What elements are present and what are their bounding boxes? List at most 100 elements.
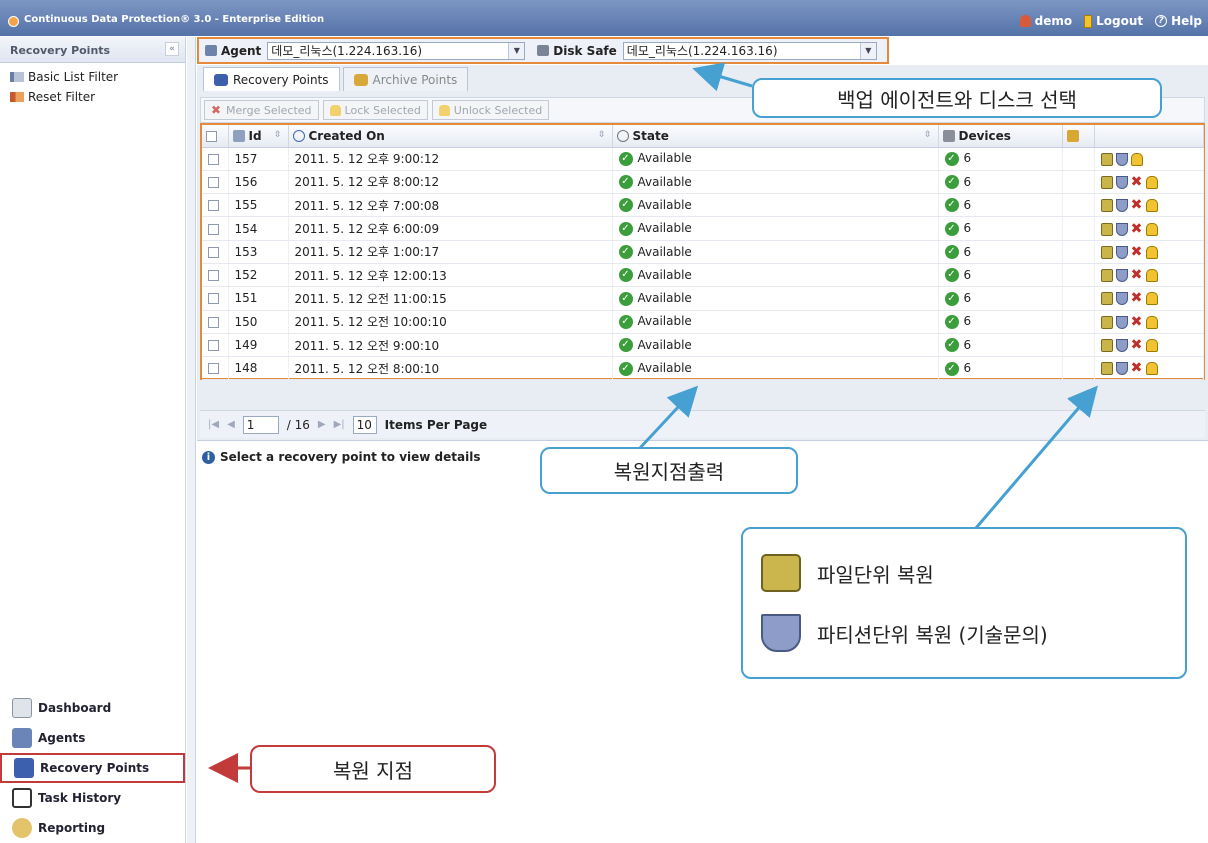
agent-select[interactable]: 데모_리눅스(1.224.163.16) ▼	[267, 41, 526, 60]
lock-icon[interactable]	[1145, 222, 1158, 236]
lock-icon[interactable]	[1145, 245, 1158, 259]
table-row[interactable]: 155 2011. 5. 12 오후 7:00:08 ✓ Available ✓ 6 ✖	[202, 193, 1204, 218]
merge-selected-button[interactable]: ✖ Merge Selected	[204, 100, 319, 120]
lock-icon[interactable]	[1145, 292, 1158, 306]
partition-restore-icon[interactable]	[1115, 362, 1128, 376]
recovery-points-icon	[14, 758, 34, 778]
last-page-button[interactable]: ▶|	[334, 419, 345, 430]
lock-icon[interactable]	[1145, 339, 1158, 353]
partition-restore-icon[interactable]	[1115, 245, 1128, 259]
unlock-selected-button[interactable]: Unlock Selected	[431, 100, 550, 120]
partition-restore-icon	[761, 614, 801, 652]
page-number-input[interactable]: 1	[242, 415, 279, 434]
row-checkbox[interactable]	[208, 153, 219, 165]
lock-icon[interactable]	[1145, 175, 1158, 189]
basic-list-filter-link[interactable]: Basic List Filter	[0, 67, 185, 87]
delete-icon[interactable]: ✖	[1131, 338, 1143, 352]
cell-actions: ✖	[1094, 240, 1204, 264]
table-row[interactable]: 150 2011. 5. 12 오전 10:00:10 ✓ Available ✓ 6 ✖	[202, 310, 1204, 334]
table-row[interactable]: 154 2011. 5. 12 오후 6:00:09 ✓ Available ✓ 6 ✖	[202, 216, 1204, 241]
row-checkbox[interactable]	[208, 293, 219, 305]
file-restore-icon[interactable]	[1100, 175, 1113, 189]
row-checkbox[interactable]	[208, 340, 219, 352]
nav-dashboard[interactable]: Dashboard	[0, 693, 185, 723]
file-restore-icon[interactable]	[1100, 315, 1113, 329]
help-link[interactable]: ? Help	[1155, 14, 1202, 28]
column-header-state[interactable]: State ⇳	[612, 125, 939, 148]
row-checkbox[interactable]	[208, 223, 219, 235]
lock-icon[interactable]	[1145, 269, 1158, 283]
nav-recovery-points-label: Recovery Points	[40, 761, 150, 775]
disksafe-select[interactable]: 데모_리눅스(1.224.163.16) ▼	[622, 41, 877, 60]
column-header-id[interactable]: Id ⇳	[228, 125, 289, 148]
first-page-button[interactable]: |◀	[208, 419, 219, 430]
partition-restore-icon[interactable]	[1115, 315, 1128, 329]
file-restore-icon[interactable]	[1100, 222, 1113, 236]
file-restore-icon[interactable]	[1100, 269, 1113, 283]
logout-link[interactable]: Logout	[1084, 14, 1143, 28]
delete-icon[interactable]: ✖	[1131, 198, 1143, 212]
table-row[interactable]: 149 2011. 5. 12 오전 9:00:10 ✓ Available ✓ 6 ✖	[202, 333, 1204, 358]
cell-actions: ✖	[1094, 286, 1204, 311]
cell-id: 148	[228, 356, 289, 381]
nav-agents[interactable]: Agents	[0, 723, 185, 753]
row-checkbox[interactable]	[208, 246, 219, 258]
row-checkbox-cell	[202, 216, 229, 241]
panel-splitter[interactable]	[187, 37, 196, 843]
user-menu[interactable]: demo	[1019, 14, 1072, 28]
cell-id: 149	[228, 333, 289, 358]
file-restore-icon[interactable]	[1100, 339, 1113, 353]
lock-selected-button[interactable]: Lock Selected	[322, 100, 428, 120]
file-restore-icon[interactable]	[1100, 199, 1113, 213]
table-row[interactable]: 148 2011. 5. 12 오전 8:00:10 ✓ Available ✓ 6 ✖	[202, 356, 1204, 381]
row-checkbox[interactable]	[208, 363, 219, 375]
chevron-down-icon[interactable]: ▼	[508, 42, 525, 59]
partition-restore-icon[interactable]	[1115, 152, 1128, 166]
lock-icon[interactable]	[1145, 362, 1158, 376]
nav-task-history[interactable]: Task History	[0, 783, 185, 813]
column-header-created-on[interactable]: Created On ⇳	[288, 125, 613, 148]
prev-page-button[interactable]: ◀	[227, 419, 235, 430]
nav-recovery-points[interactable]: Recovery Points	[0, 753, 185, 783]
table-row[interactable]: 157 2011. 5. 12 오후 9:00:12 ✓ Available ✓ 6	[202, 147, 1204, 171]
nav-reporting[interactable]: Reporting	[0, 813, 185, 843]
items-per-page-input[interactable]: 10	[352, 415, 377, 434]
table-row[interactable]: 153 2011. 5. 12 오후 1:00:17 ✓ Available ✓ 6 ✖	[202, 240, 1204, 264]
partition-restore-icon[interactable]	[1115, 339, 1128, 353]
partition-restore-icon[interactable]	[1115, 269, 1128, 283]
table-row[interactable]: 152 2011. 5. 12 오후 12:00:13 ✓ Available ✓ 6 ✖	[202, 263, 1204, 288]
row-checkbox[interactable]	[208, 200, 219, 212]
delete-icon[interactable]: ✖	[1131, 268, 1143, 282]
delete-icon[interactable]: ✖	[1131, 245, 1143, 259]
file-restore-icon[interactable]	[1100, 362, 1113, 376]
delete-icon[interactable]: ✖	[1131, 175, 1143, 189]
tab-recovery-points[interactable]: Recovery Points	[203, 67, 340, 91]
table-row[interactable]: 151 2011. 5. 12 오전 11:00:15 ✓ Available ✓ 6 ✖	[202, 286, 1204, 311]
column-header-devices[interactable]: Devices	[938, 125, 1063, 148]
delete-icon[interactable]: ✖	[1131, 315, 1143, 329]
row-checkbox[interactable]	[208, 270, 219, 282]
delete-icon[interactable]: ✖	[1131, 222, 1143, 236]
chevron-down-icon[interactable]: ▼	[859, 42, 876, 59]
collapse-panel-button[interactable]: «	[165, 42, 179, 56]
table-row[interactable]: 156 2011. 5. 12 오후 8:00:12 ✓ Available ✓ 6 ✖	[202, 170, 1204, 195]
row-checkbox[interactable]	[208, 316, 219, 328]
delete-icon[interactable]: ✖	[1131, 361, 1143, 375]
file-restore-icon[interactable]	[1100, 292, 1113, 306]
partition-restore-icon[interactable]	[1115, 222, 1128, 236]
select-all-checkbox[interactable]	[206, 130, 217, 142]
lock-icon[interactable]	[1145, 315, 1158, 329]
partition-restore-icon[interactable]	[1115, 199, 1128, 213]
delete-icon[interactable]: ✖	[1131, 291, 1143, 305]
partition-restore-icon[interactable]	[1115, 292, 1128, 306]
lock-icon[interactable]	[1130, 152, 1143, 166]
lock-icon[interactable]	[1145, 199, 1158, 213]
partition-restore-icon[interactable]	[1115, 175, 1128, 189]
reset-filter-link[interactable]: Reset Filter	[0, 87, 185, 107]
tab-archive-points[interactable]: Archive Points	[342, 67, 469, 91]
recovery-points-grid: Id ⇳ Created On ⇳ State ⇳ Devices 157 2011. …	[200, 123, 1205, 381]
file-restore-icon[interactable]	[1100, 245, 1113, 259]
file-restore-icon[interactable]	[1100, 152, 1113, 166]
next-page-button[interactable]: ▶	[318, 419, 326, 430]
row-checkbox[interactable]	[208, 176, 219, 188]
